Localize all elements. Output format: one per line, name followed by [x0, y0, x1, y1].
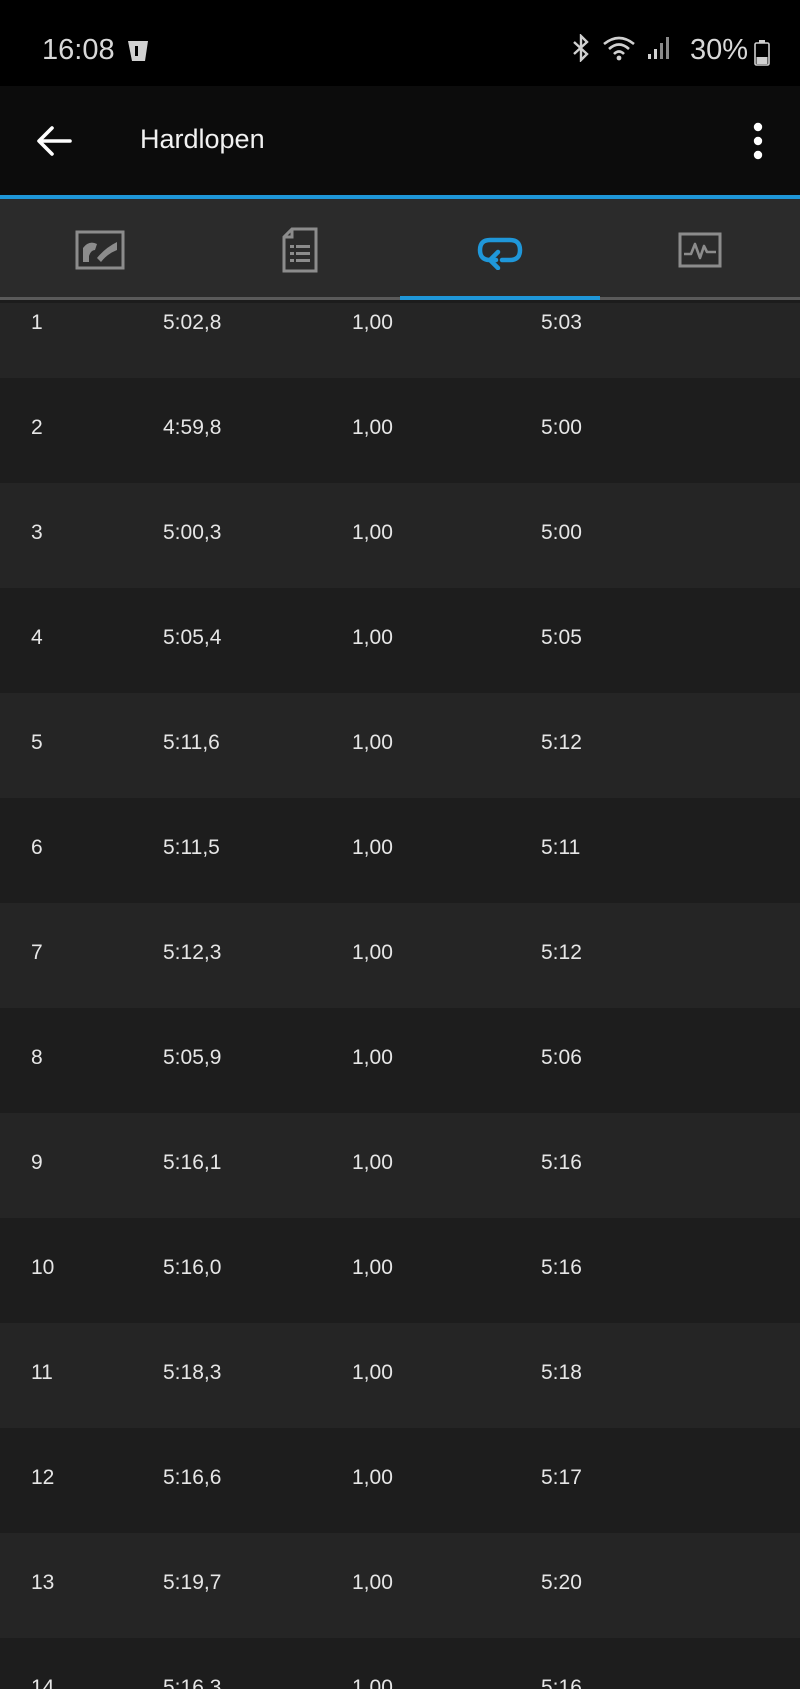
- map-icon: [75, 230, 125, 269]
- wifi-icon: [602, 35, 636, 66]
- lap-distance: 1,00: [352, 416, 393, 439]
- lap-number: 7: [31, 941, 43, 964]
- lap-number: 11: [31, 1361, 53, 1384]
- lap-distance: 1,00: [352, 1676, 393, 1689]
- lap-number: 1: [31, 311, 43, 334]
- lap-time: 5:12,3: [163, 941, 222, 964]
- lap-time: 5:16,0: [163, 1256, 222, 1279]
- lap-time: 5:16,6: [163, 1466, 222, 1489]
- lap-time: 5:11,5: [163, 836, 220, 859]
- lap-distance: 1,00: [352, 1361, 393, 1384]
- lap-distance: 1,00: [352, 1256, 393, 1279]
- arrow-left-icon: [37, 126, 72, 156]
- more-vert-icon: [753, 122, 763, 160]
- lap-row[interactable]: 4 5:05,4 1,00 5:05: [0, 588, 800, 693]
- lap-row[interactable]: 1 5:02,8 1,00 5:03: [0, 303, 800, 378]
- lap-pace: 5:20: [541, 1571, 582, 1594]
- lap-row[interactable]: 3 5:00,3 1,00 5:00: [0, 483, 800, 588]
- tab-map[interactable]: [0, 199, 200, 300]
- lap-pace: 5:12: [541, 941, 582, 964]
- lap-number: 9: [31, 1151, 43, 1174]
- lap-pace: 5:00: [541, 416, 582, 439]
- lap-pace: 5:17: [541, 1466, 582, 1489]
- lap-number: 5: [31, 731, 43, 754]
- lap-row[interactable]: 5 5:11,6 1,00 5:12: [0, 693, 800, 798]
- lap-distance: 1,00: [352, 626, 393, 649]
- lap-pace: 5:16: [541, 1676, 582, 1689]
- battery-percent: 30%: [689, 34, 748, 66]
- lap-number: 12: [31, 1466, 55, 1489]
- lap-pace: 5:18: [541, 1361, 582, 1384]
- page-title: Hardlopen: [140, 124, 265, 154]
- lap-distance: 1,00: [352, 311, 393, 334]
- laps-loop-icon: [477, 237, 523, 270]
- lap-time: 5:00,3: [163, 521, 222, 544]
- lap-distance: 1,00: [352, 941, 393, 964]
- lap-number: 4: [31, 626, 43, 649]
- battery-icon: [754, 40, 770, 71]
- lap-number: 3: [31, 521, 43, 544]
- lap-pace: 5:05: [541, 626, 582, 649]
- lap-time: 5:11,6: [163, 731, 220, 754]
- lap-time: 5:05,4: [163, 626, 222, 649]
- more-options-button[interactable]: [736, 114, 780, 168]
- status-bar: 16:08 30%: [0, 0, 800, 86]
- lap-distance: 1,00: [352, 521, 393, 544]
- active-tab-indicator: [400, 296, 600, 300]
- lap-time: 4:59,8: [163, 416, 222, 439]
- lap-row[interactable]: 6 5:11,5 1,00 5:11: [0, 798, 800, 903]
- details-list-icon: [282, 227, 318, 272]
- lap-pace: 5:00: [541, 521, 582, 544]
- lap-row[interactable]: 12 5:16,6 1,00 5:17: [0, 1428, 800, 1533]
- lap-time: 5:19,7: [163, 1571, 222, 1594]
- lap-row[interactable]: 9 5:16,1 1,00 5:16: [0, 1113, 800, 1218]
- lap-number: 10: [31, 1256, 55, 1279]
- lap-distance: 1,00: [352, 836, 393, 859]
- lap-number: 13: [31, 1571, 55, 1594]
- tab-charts[interactable]: [600, 199, 800, 300]
- lap-row[interactable]: 2 4:59,8 1,00 5:00: [0, 378, 800, 483]
- lap-pace: 5:11: [541, 836, 581, 859]
- lap-number: 2: [31, 416, 43, 439]
- lap-row[interactable]: 10 5:16,0 1,00 5:16: [0, 1218, 800, 1323]
- tab-laps[interactable]: [400, 199, 600, 300]
- signal-icon: [646, 35, 672, 66]
- status-time: 16:08: [42, 34, 115, 66]
- app-bar: Hardlopen: [0, 86, 800, 195]
- laps-list[interactable]: 1 5:02,8 1,00 5:03 2 4:59,8 1,00 5:00 3 5:00,3 1,0…: [0, 303, 800, 1689]
- lap-distance: 1,00: [352, 731, 393, 754]
- chart-icon: [678, 232, 722, 267]
- lap-distance: 1,00: [352, 1151, 393, 1174]
- lap-row[interactable]: 13 5:19,7 1,00 5:20: [0, 1533, 800, 1638]
- lap-row[interactable]: 14 5:16,3 1,00 5:16: [0, 1638, 800, 1689]
- tab-bar: [0, 199, 800, 300]
- lap-time: 5:16,1: [163, 1151, 222, 1174]
- lap-distance: 1,00: [352, 1046, 393, 1069]
- lap-pace: 5:16: [541, 1151, 582, 1174]
- lap-pace: 5:16: [541, 1256, 582, 1279]
- lap-number: 6: [31, 836, 43, 859]
- lap-pace: 5:03: [541, 311, 582, 334]
- lap-time: 5:02,8: [163, 311, 222, 334]
- lap-row[interactable]: 8 5:05,9 1,00 5:06: [0, 1008, 800, 1113]
- lap-row[interactable]: 7 5:12,3 1,00 5:12: [0, 903, 800, 1008]
- lap-time: 5:18,3: [163, 1361, 222, 1384]
- lap-pace: 5:12: [541, 731, 582, 754]
- lap-pace: 5:06: [541, 1046, 582, 1069]
- status-icons: [570, 33, 672, 67]
- lap-row[interactable]: 11 5:18,3 1,00 5:18: [0, 1323, 800, 1428]
- tab-details[interactable]: [200, 199, 400, 300]
- back-button[interactable]: [30, 116, 80, 166]
- lap-time: 5:16,3: [163, 1676, 222, 1689]
- lap-number: 14: [31, 1676, 55, 1689]
- lap-distance: 1,00: [352, 1466, 393, 1489]
- lap-time: 5:05,9: [163, 1046, 222, 1069]
- trash-icon: [126, 38, 150, 69]
- lap-distance: 1,00: [352, 1571, 393, 1594]
- bluetooth-icon: [570, 33, 592, 67]
- lap-number: 8: [31, 1046, 43, 1069]
